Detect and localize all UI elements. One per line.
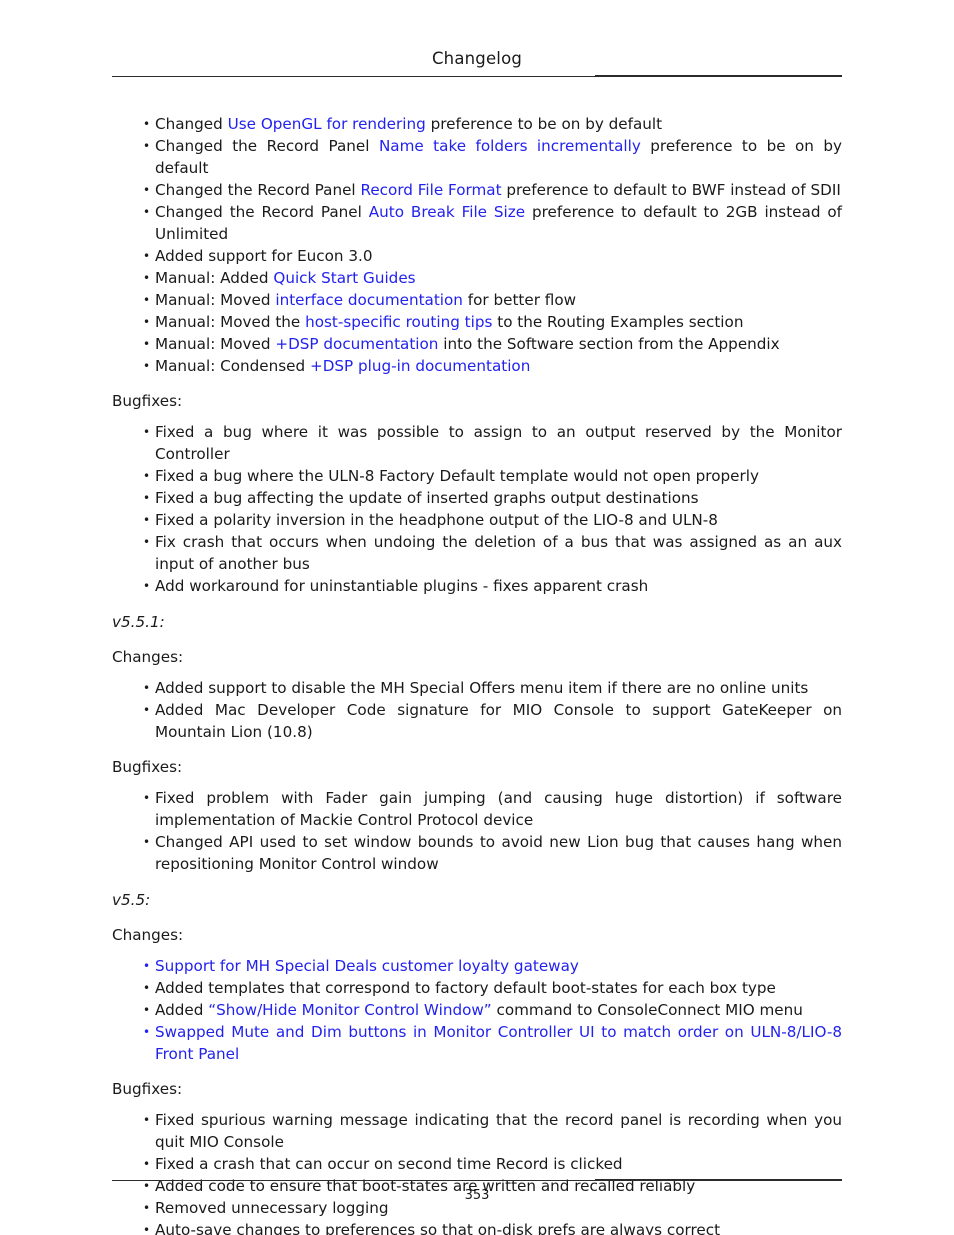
item-text: Added xyxy=(155,1001,209,1019)
bugfixes-label-v551: Bugfixes: xyxy=(112,758,183,776)
list-item: Manual: Condensed +DSP plug-in documenta… xyxy=(112,355,842,377)
list-item: Manual: Moved interface documentation fo… xyxy=(112,289,842,311)
list-item: Fixed a bug where it was possible to ass… xyxy=(112,421,842,465)
item-text: Added support for Eucon 3.0 xyxy=(155,247,373,265)
item-link[interactable]: Swapped Mute and Dim buttons in Monitor … xyxy=(155,1023,842,1063)
item-link[interactable]: interface documentation xyxy=(275,291,463,309)
page-number: 353 xyxy=(464,1188,490,1203)
item-text: preference to default to BWF instead of … xyxy=(501,181,841,199)
bugfixes-top-list: Fixed a bug where it was possible to ass… xyxy=(112,421,842,597)
list-item: Manual: Moved the host-specific routing … xyxy=(112,311,842,333)
page-content: Changed Use OpenGL for rendering prefere… xyxy=(112,104,842,1235)
item-text: Manual: Moved xyxy=(155,291,276,309)
list-item: Fix crash that occurs when undoing the d… xyxy=(112,531,842,575)
list-item: Added support for Eucon 3.0 xyxy=(112,245,842,267)
list-item: Changed the Record Panel Name take folde… xyxy=(112,135,842,179)
item-text: Changed the Record Panel xyxy=(155,137,379,155)
list-item: Changed Use OpenGL for rendering prefere… xyxy=(112,113,842,135)
item-link[interactable]: Quick Start Guides xyxy=(273,269,415,287)
item-text: Manual: Moved xyxy=(155,335,276,353)
list-item: Manual: Moved +DSP documentation into th… xyxy=(112,333,842,355)
list-item: Changed the Record Panel Record File For… xyxy=(112,179,842,201)
bugfixes-top-label: Bugfixes: xyxy=(112,392,183,410)
list-item: Added support to disable the MH Special … xyxy=(112,677,842,699)
header-rule xyxy=(112,75,842,78)
changes-label-v551: Changes: xyxy=(112,648,184,666)
item-link[interactable]: Support for MH Special Deals customer lo… xyxy=(155,957,579,975)
item-link[interactable]: Record File Format xyxy=(360,181,501,199)
list-item: Changed the Record Panel Auto Break File… xyxy=(112,201,842,245)
page-header: Changelog xyxy=(112,49,842,78)
bugfixes-list-v551: Fixed problem with Fader gain jumping (a… xyxy=(112,787,842,875)
item-text: command to ConsoleConnect MIO menu xyxy=(491,1001,803,1019)
item-link[interactable]: +DSP plug-in documentation xyxy=(310,357,530,375)
list-item: Fixed spurious warning message indicatin… xyxy=(112,1109,842,1153)
list-item: Fixed problem with Fader gain jumping (a… xyxy=(112,787,842,831)
list-item: Fixed a bug affecting the update of inse… xyxy=(112,487,842,509)
item-text: Manual: Condensed xyxy=(155,357,310,375)
list-item: Add workaround for uninstantiable plugin… xyxy=(112,575,842,597)
list-item: Support for MH Special Deals customer lo… xyxy=(112,955,842,977)
document-page: Changelog Changed Use OpenGL for renderi… xyxy=(0,0,954,1235)
changes-list-v551: Added support to disable the MH Special … xyxy=(112,677,842,743)
item-text: into the Software section from the Appen… xyxy=(438,335,780,353)
list-item: Manual: Added Quick Start Guides xyxy=(112,267,842,289)
list-item: Added templates that correspond to facto… xyxy=(112,977,842,999)
item-link[interactable]: “Show/Hide Monitor Control Window” xyxy=(208,1001,491,1019)
item-link[interactable]: Use OpenGL for rendering xyxy=(228,115,426,133)
list-item: Added Mac Developer Code signature for M… xyxy=(112,699,842,743)
item-text: Manual: Moved the xyxy=(155,313,306,331)
item-link[interactable]: host-specific routing tips xyxy=(305,313,492,331)
version-heading-v55: v5.5: xyxy=(112,891,151,909)
changes-list-v55: Support for MH Special Deals customer lo… xyxy=(112,955,842,1065)
page-footer: 353 xyxy=(112,1172,842,1203)
list-item: Added “Show/Hide Monitor Control Window”… xyxy=(112,999,842,1021)
footer-rule xyxy=(112,1179,842,1181)
list-item: Swapped Mute and Dim buttons in Monitor … xyxy=(112,1021,842,1065)
header-title: Changelog xyxy=(431,49,523,68)
changes-label-v55: Changes: xyxy=(112,926,184,944)
item-text: Manual: Added xyxy=(155,269,274,287)
item-text: Added templates that correspond to facto… xyxy=(155,979,776,997)
item-text: for better flow xyxy=(462,291,577,309)
item-link[interactable]: Name take folders incrementally xyxy=(379,137,641,155)
item-text: Changed xyxy=(155,115,228,133)
item-link[interactable]: Auto Break File Size xyxy=(369,203,525,221)
list-item: Fixed a polarity inversion in the headph… xyxy=(112,509,842,531)
item-text: Changed the Record Panel xyxy=(155,181,361,199)
item-text: preference to be on by default xyxy=(425,115,663,133)
list-item: Changed API used to set window bounds to… xyxy=(112,831,842,875)
list-item: Auto-save changes to preferences so that… xyxy=(112,1219,842,1235)
item-text: Changed the Record Panel xyxy=(155,203,369,221)
item-text: to the Routing Examples section xyxy=(492,313,744,331)
version-heading-v551: v5.5.1: xyxy=(112,613,165,631)
item-link[interactable]: +DSP documentation xyxy=(275,335,438,353)
list-item: Fixed a bug where the ULN-8 Factory Defa… xyxy=(112,465,842,487)
bugfixes-label-v55: Bugfixes: xyxy=(112,1080,183,1098)
changes-top-list: Changed Use OpenGL for rendering prefere… xyxy=(112,113,842,377)
